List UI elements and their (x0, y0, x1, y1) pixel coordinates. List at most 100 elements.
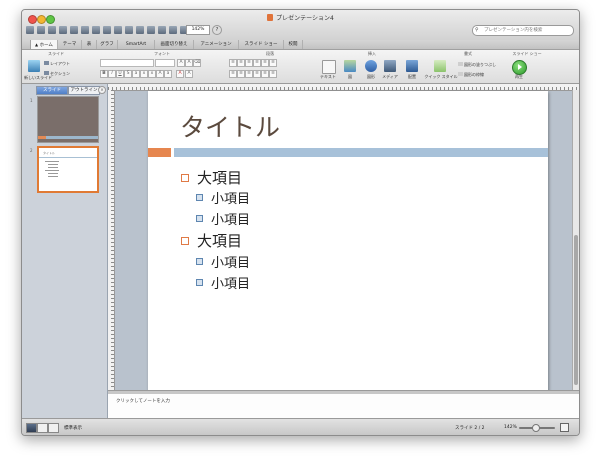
undo-icon[interactable] (114, 26, 122, 34)
bullet-item[interactable]: 小項目 (196, 209, 250, 228)
font-size-field[interactable] (155, 59, 175, 67)
shape-outline-button[interactable]: 図形の枠線 (458, 72, 484, 78)
close-pane-icon[interactable]: × (98, 86, 106, 94)
slide-position: スライド 2 / 2 (455, 426, 485, 431)
document-icon (267, 14, 274, 21)
tab-charts[interactable]: グラフ (97, 40, 118, 49)
search-input[interactable] (484, 26, 570, 35)
cut-icon[interactable] (70, 26, 78, 34)
align-text-button[interactable]: ≡ (269, 70, 277, 78)
tab-home[interactable]: ▲ ホーム (30, 40, 58, 49)
layout-label: レイアウト (50, 61, 70, 66)
help-icon[interactable]: ? (212, 25, 222, 35)
slide-canvas[interactable]: タイトル 大項目 小項目 小項目 大項目 小項目 小項目 (148, 91, 548, 393)
bullet-item[interactable]: 大項目 (181, 167, 242, 188)
new-slide-icon[interactable] (28, 60, 40, 72)
tab-themes[interactable]: テーマ (58, 40, 82, 49)
tab-smartart[interactable]: SmartArt (118, 40, 155, 49)
tab-transitions[interactable]: 画面切り替え (155, 40, 194, 49)
justify-button[interactable]: ≡ (253, 70, 261, 78)
slide-thumbnail-selected[interactable]: タイトル (37, 146, 99, 193)
insert-table-icon[interactable] (136, 26, 144, 34)
insert-text-label[interactable]: テキスト (317, 74, 339, 80)
italic-button[interactable]: I (108, 70, 116, 78)
tab-review[interactable]: 校閲 (284, 40, 303, 49)
bold-button[interactable]: B (100, 70, 108, 78)
arrange-label[interactable]: 配置 (401, 74, 423, 80)
zoom-field[interactable]: 142% (186, 25, 210, 35)
bullet-item[interactable]: 大項目 (181, 230, 242, 251)
grow-font-button[interactable]: A (177, 59, 185, 67)
quick-styles-icon[interactable] (434, 60, 446, 72)
slide-thumbnail[interactable] (37, 96, 99, 143)
thumbnail-bullet-line (48, 164, 58, 165)
slide-show-view-button[interactable] (48, 423, 59, 433)
redo-icon[interactable] (125, 26, 133, 34)
save-icon[interactable] (48, 26, 56, 34)
insert-media-label[interactable]: メディア (379, 74, 401, 80)
tab-slide-show[interactable]: スライド ショー (239, 40, 284, 49)
slide-title[interactable]: タイトル (180, 108, 280, 144)
increase-indent-button[interactable]: ≡ (253, 59, 261, 67)
strikethrough-button[interactable]: a (132, 70, 140, 78)
picture-icon[interactable] (344, 60, 356, 72)
open-icon[interactable] (37, 26, 45, 34)
bullets-button[interactable]: ≡ (229, 59, 237, 67)
arrange-icon[interactable] (406, 60, 418, 72)
shape-icon[interactable] (365, 60, 377, 72)
copy-icon[interactable] (81, 26, 89, 34)
subscript-button[interactable]: x (148, 70, 156, 78)
zoom-slider-knob[interactable] (532, 424, 540, 432)
media-browser-icon[interactable] (158, 26, 166, 34)
spacing-button[interactable]: A (156, 70, 164, 78)
bullet-item[interactable]: 小項目 (196, 273, 250, 292)
layout-button[interactable]: レイアウト (44, 61, 70, 67)
numbering-button[interactable]: ≡ (237, 59, 245, 67)
shrink-font-button[interactable]: A (185, 59, 193, 67)
font-name-field[interactable] (100, 59, 154, 67)
print-icon[interactable] (59, 26, 67, 34)
new-presentation-icon[interactable] (26, 26, 34, 34)
tab-tables[interactable]: 表 (82, 40, 97, 49)
superscript-button[interactable]: x (140, 70, 148, 78)
text-direction-button[interactable]: ≡ (269, 59, 277, 67)
clear-format-button[interactable]: ⌫ (193, 59, 201, 67)
bullet-item[interactable]: 小項目 (196, 252, 250, 271)
notes-placeholder[interactable]: クリックしてノートを入力 (116, 398, 170, 404)
tab-outline[interactable]: アウトライン (68, 86, 100, 95)
vertical-scrollbar[interactable] (572, 90, 579, 390)
insert-chart-icon[interactable] (147, 26, 155, 34)
columns-button[interactable]: ≡ (261, 70, 269, 78)
scrollbar-thumb[interactable] (574, 235, 578, 385)
notes-pane[interactable]: クリックしてノートを入力 (108, 394, 579, 418)
case-button[interactable]: a (164, 70, 172, 78)
format-painter-icon[interactable] (103, 26, 111, 34)
play-icon[interactable] (512, 60, 527, 75)
font-color-button[interactable]: A (176, 70, 184, 78)
tab-animations[interactable]: アニメーション (194, 40, 239, 49)
align-center-button[interactable]: ≡ (237, 70, 245, 78)
fit-to-window-button[interactable] (560, 423, 569, 432)
align-left-button[interactable]: ≡ (229, 70, 237, 78)
quick-styles-label[interactable]: クイック スタイル (422, 74, 460, 80)
search-box[interactable]: ⚲ (472, 25, 574, 36)
align-right-button[interactable]: ≡ (245, 70, 253, 78)
thumbnail-number: 1 (30, 98, 33, 103)
tab-slides[interactable]: スライド (36, 86, 68, 95)
shadow-button[interactable]: S (124, 70, 132, 78)
bullet-item[interactable]: 小項目 (196, 188, 250, 207)
media-icon[interactable] (384, 60, 396, 72)
shape-fill-button[interactable]: 図形の塗りつぶし (458, 62, 496, 68)
line-spacing-button[interactable]: ≡ (261, 59, 269, 67)
normal-view-button[interactable] (26, 423, 37, 433)
decrease-indent-button[interactable]: ≡ (245, 59, 253, 67)
section-button[interactable]: セクション (44, 71, 70, 77)
insert-picture-label[interactable]: 図 (339, 74, 361, 80)
slide-sorter-view-button[interactable] (37, 423, 48, 433)
highlight-button[interactable]: A (185, 70, 193, 78)
underline-button[interactable]: U (116, 70, 124, 78)
play-label[interactable]: 再生 (508, 74, 530, 80)
gallery-icon[interactable] (169, 26, 177, 34)
text-box-icon[interactable] (322, 60, 336, 74)
paste-icon[interactable] (92, 26, 100, 34)
